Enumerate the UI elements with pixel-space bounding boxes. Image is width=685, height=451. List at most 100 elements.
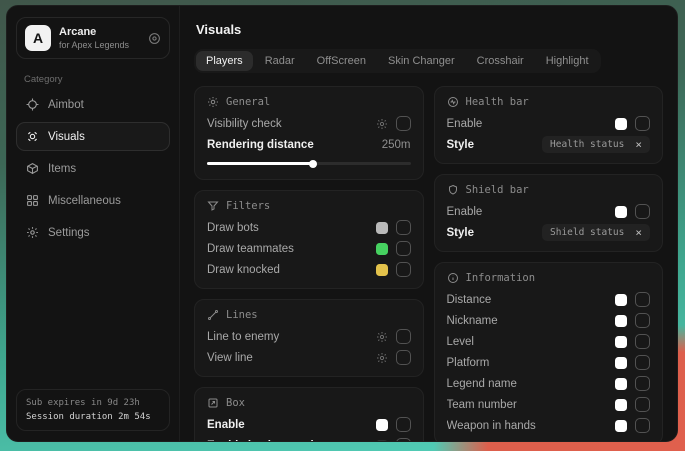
color-swatch[interactable] (615, 206, 627, 218)
sidebar-item-settings[interactable]: Settings (16, 218, 170, 247)
left-column: General Visibility check Rendering dista… (194, 86, 424, 431)
cube-icon (26, 162, 39, 175)
panel-title: Filters (226, 200, 270, 212)
app-logo: A (25, 25, 51, 51)
shield-icon (447, 184, 459, 196)
setting-row-legend-name: Legend name (447, 373, 651, 394)
panel-information: Information Distance Nickname Level (434, 262, 664, 442)
sidebar-item-aimbot[interactable]: Aimbot (16, 90, 170, 119)
line-icon (207, 309, 219, 321)
color-swatch[interactable] (376, 419, 388, 431)
main-content: Visuals Players Radar OffScreen Skin Cha… (180, 6, 677, 441)
color-swatch[interactable] (615, 378, 627, 390)
color-swatch[interactable] (615, 315, 627, 327)
row-gear-icon[interactable] (376, 352, 388, 364)
sub-expires-text: Sub expires in 9d 23h (26, 398, 160, 408)
sun-icon (207, 96, 219, 108)
panel-lines: Lines Line to enemy View line (194, 299, 424, 377)
color-swatch[interactable] (615, 336, 627, 348)
row-gear-icon[interactable] (376, 331, 388, 343)
legend-name-checkbox[interactable] (635, 376, 650, 391)
color-swatch[interactable] (615, 118, 627, 130)
panel-title: Box (226, 397, 245, 409)
setting-row-health-style: Style Health status × (447, 134, 651, 155)
category-label: Category (24, 74, 170, 85)
tab-players[interactable]: Players (196, 51, 253, 71)
health-icon (447, 96, 459, 108)
view-line-checkbox[interactable] (396, 350, 411, 365)
setting-row-box-enable: Enable (207, 414, 411, 435)
setting-row-shield-style: Style Shield status × (447, 222, 651, 243)
tab-crosshair[interactable]: Crosshair (467, 51, 534, 71)
visibility-check-checkbox[interactable] (396, 116, 411, 131)
shield-enable-checkbox[interactable] (635, 204, 650, 219)
sidebar-item-label: Aimbot (48, 99, 84, 111)
platform-checkbox[interactable] (635, 355, 650, 370)
sidebar-item-visuals[interactable]: Visuals (16, 122, 170, 151)
setting-row-draw-teammates: Draw teammates (207, 238, 411, 259)
box-enable-checkbox[interactable] (396, 417, 411, 432)
sidebar-item-miscellaneous[interactable]: Miscellaneous (16, 186, 170, 215)
tab-highlight[interactable]: Highlight (536, 51, 599, 71)
subscription-card: Sub expires in 9d 23h Session duration 2… (16, 389, 170, 431)
draw-teammates-checkbox[interactable] (396, 241, 411, 256)
panel-general: General Visibility check Rendering dista… (194, 86, 424, 180)
target-circle-icon[interactable] (148, 32, 161, 45)
shield-style-select[interactable]: Shield status × (542, 224, 650, 241)
crosshair-icon (26, 98, 39, 111)
setting-row-view-line: View line (207, 347, 411, 368)
close-icon[interactable]: × (635, 139, 642, 150)
slider-thumb[interactable] (309, 160, 317, 168)
tag-value: Health status (550, 139, 624, 150)
sidebar-item-label: Miscellaneous (48, 195, 121, 207)
color-swatch[interactable] (376, 264, 388, 276)
setting-row-distance: Distance (447, 289, 651, 310)
sidebar-item-label: Items (48, 163, 76, 175)
panel-title: Shield bar (466, 184, 529, 196)
weapon-checkbox[interactable] (635, 418, 650, 433)
setting-row-draw-bots: Draw bots (207, 217, 411, 238)
setting-row-box-enable-background: Enable background (207, 435, 411, 442)
sidebar: A Arcane for Apex Legends Category Aimbo… (7, 6, 180, 441)
draw-knocked-checkbox[interactable] (396, 262, 411, 277)
draw-bots-checkbox[interactable] (396, 220, 411, 235)
panel-title: Health bar (466, 96, 529, 108)
color-swatch[interactable] (615, 399, 627, 411)
setting-row-platform: Platform (447, 352, 651, 373)
setting-row-level: Level (447, 331, 651, 352)
slider-fill (207, 162, 313, 165)
cheat-menu-window: A Arcane for Apex Legends Category Aimbo… (6, 5, 678, 442)
session-duration-text: Session duration 2m 54s (26, 412, 160, 422)
health-enable-checkbox[interactable] (635, 116, 650, 131)
tab-radar[interactable]: Radar (255, 51, 305, 71)
tab-offscreen[interactable]: OffScreen (307, 51, 376, 71)
level-checkbox[interactable] (635, 334, 650, 349)
distance-checkbox[interactable] (635, 292, 650, 307)
gear-icon (26, 226, 39, 239)
team-number-checkbox[interactable] (635, 397, 650, 412)
color-swatch[interactable] (376, 222, 388, 234)
color-swatch[interactable] (376, 243, 388, 255)
color-swatch[interactable] (615, 294, 627, 306)
line-to-enemy-checkbox[interactable] (396, 329, 411, 344)
health-style-select[interactable]: Health status × (542, 136, 650, 153)
rendering-distance-slider[interactable] (207, 162, 411, 165)
tab-bar: Players Radar OffScreen Skin Changer Cro… (194, 49, 601, 73)
sidebar-item-items[interactable]: Items (16, 154, 170, 183)
funnel-icon (207, 200, 219, 212)
color-swatch[interactable] (615, 420, 627, 432)
close-icon[interactable]: × (635, 227, 642, 238)
panel-title: Lines (226, 309, 258, 321)
tab-skin-changer[interactable]: Skin Changer (378, 51, 465, 71)
sidebar-item-label: Visuals (48, 131, 85, 143)
slider-value: 250m (382, 139, 411, 151)
setting-row-health-enable: Enable (447, 113, 651, 134)
color-swatch[interactable] (376, 440, 388, 443)
panel-box: Box Enable Enable background (194, 387, 424, 442)
nickname-checkbox[interactable] (635, 313, 650, 328)
color-swatch[interactable] (615, 357, 627, 369)
row-gear-icon[interactable] (376, 118, 388, 130)
setting-row-shield-enable: Enable (447, 201, 651, 222)
box-background-checkbox[interactable] (396, 438, 411, 442)
right-column: Health bar Enable Style Health status × (434, 86, 664, 431)
